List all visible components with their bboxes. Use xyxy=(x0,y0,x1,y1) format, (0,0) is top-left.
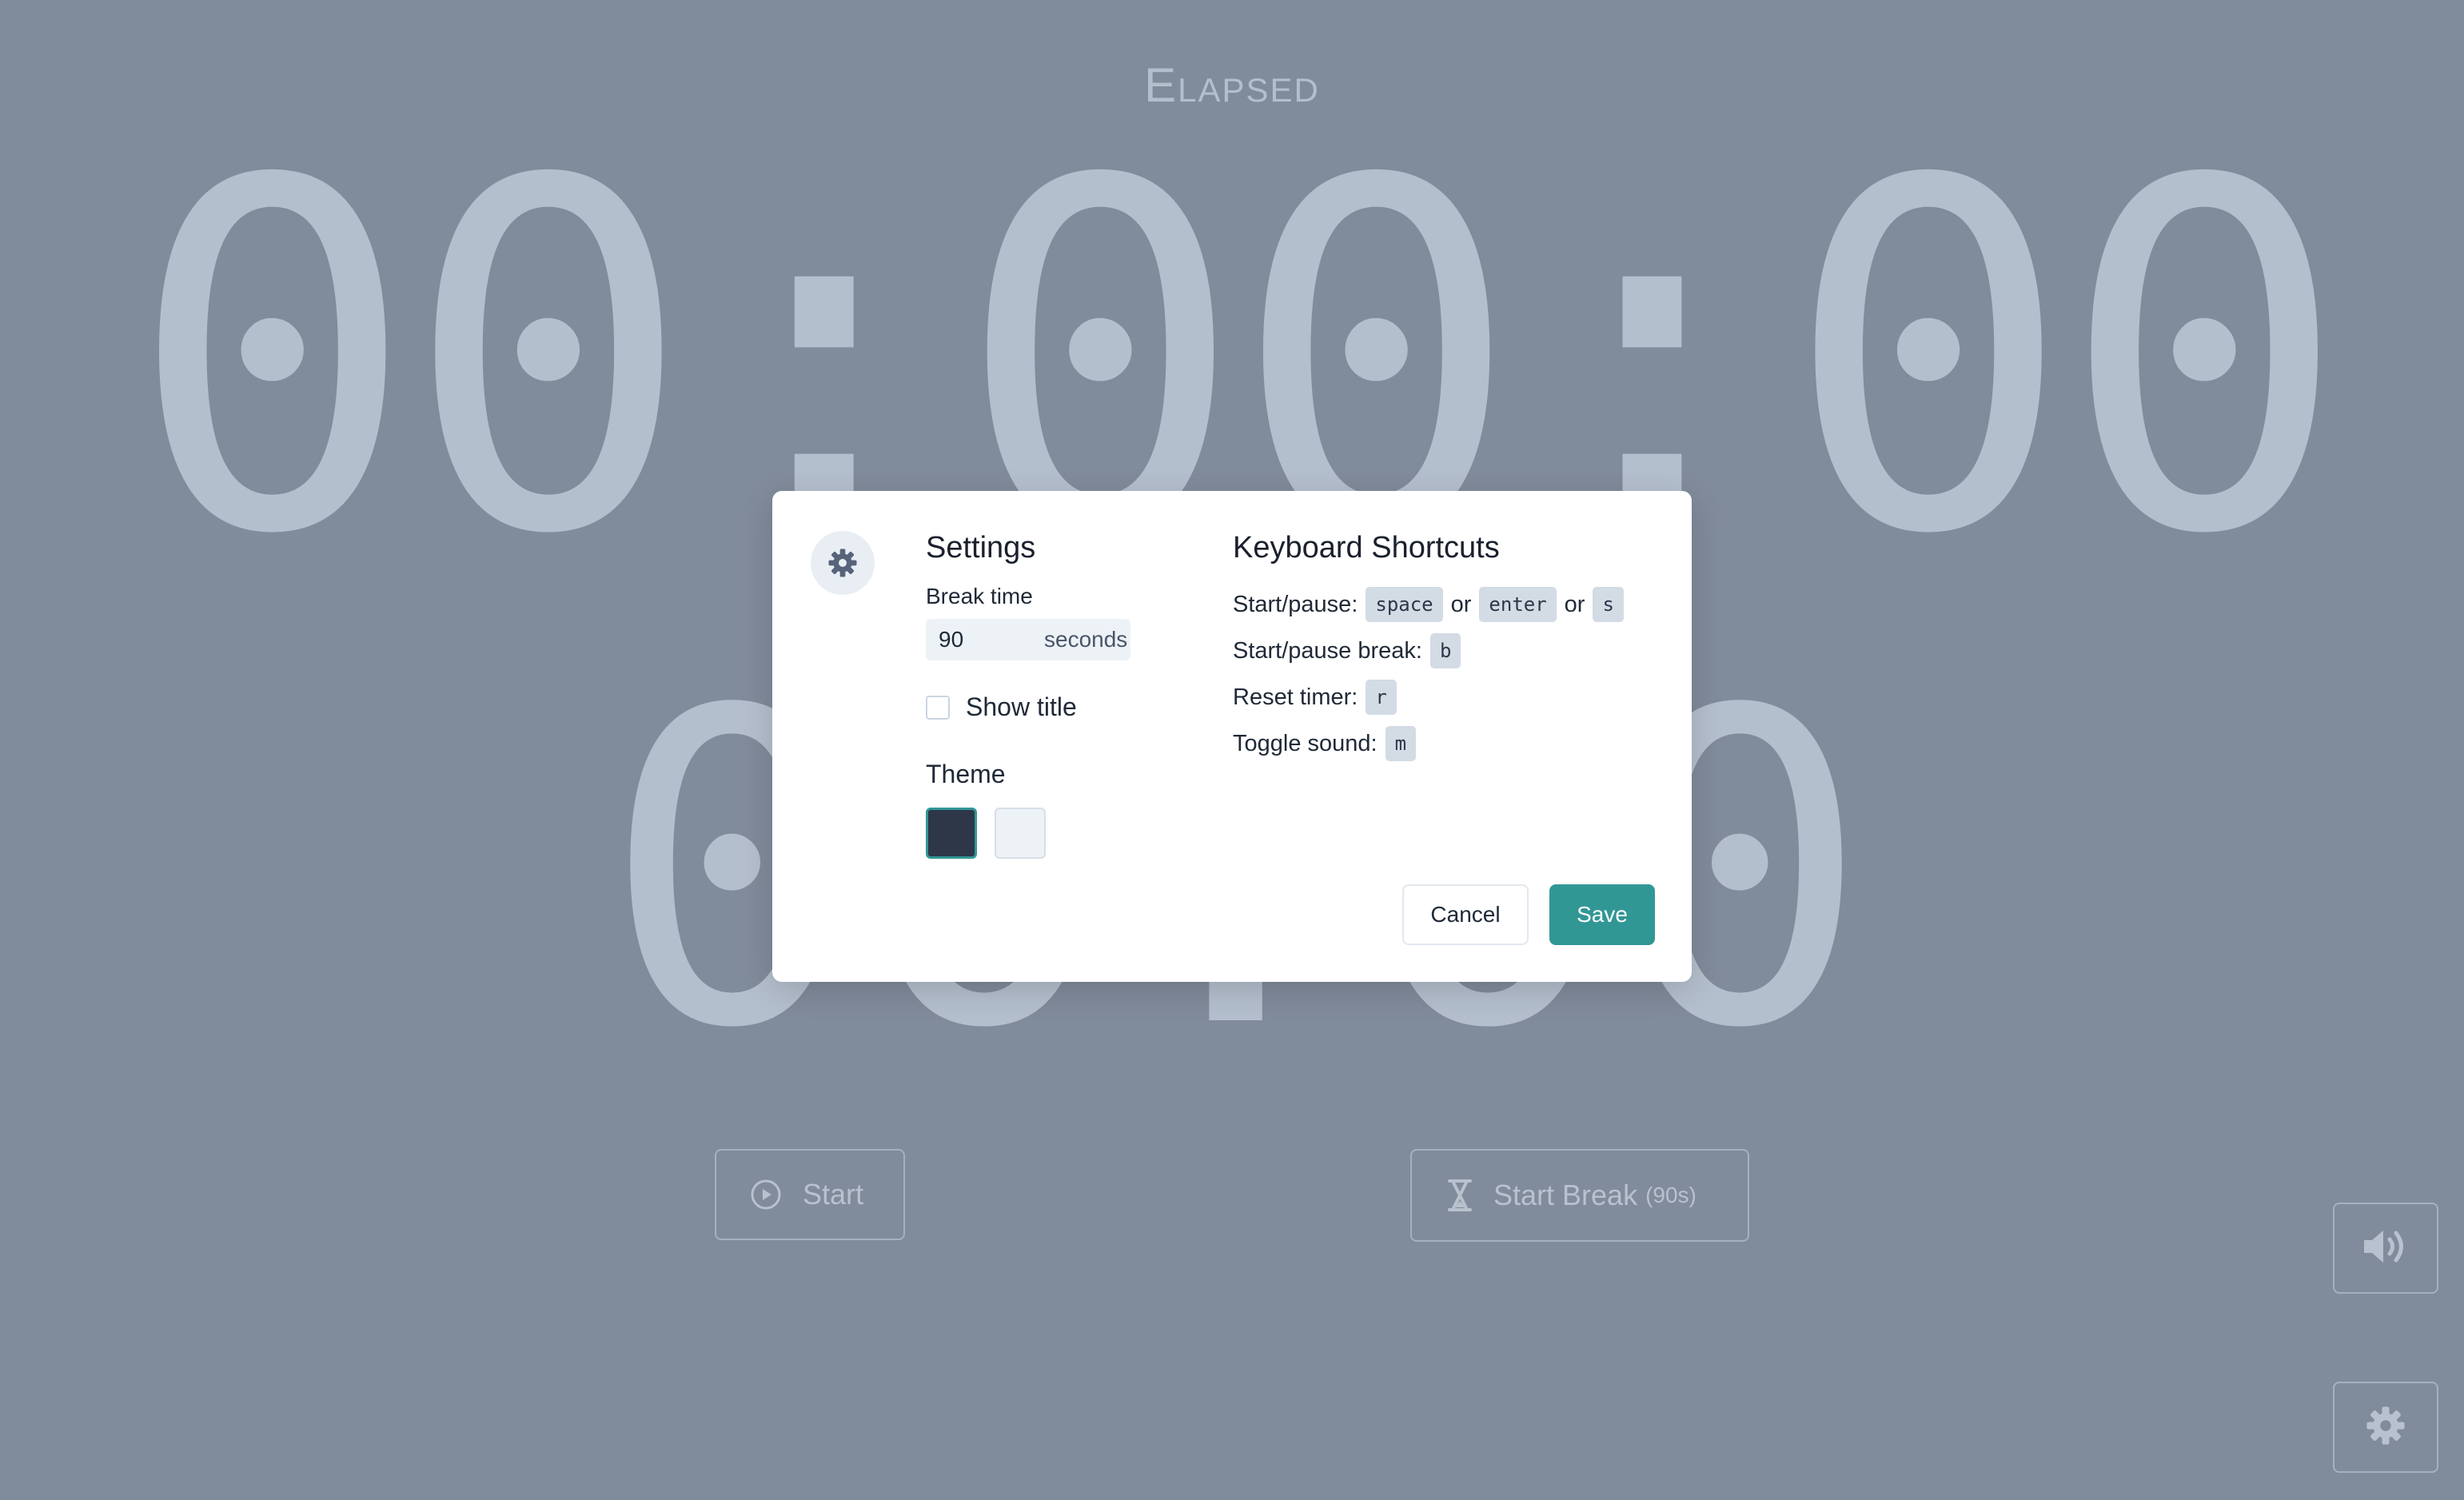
play-circle-icon xyxy=(750,1179,782,1211)
break-time-unit: seconds xyxy=(1044,627,1128,652)
key-space: space xyxy=(1366,587,1443,622)
break-time-input[interactable] xyxy=(926,626,1036,653)
break-time-field: seconds xyxy=(926,619,1130,660)
key-r: r xyxy=(1366,680,1397,715)
cancel-button[interactable]: Cancel xyxy=(1402,884,1529,945)
speaker-icon xyxy=(2361,1226,2410,1271)
shortcut-toggle-sound: Toggle sound: m xyxy=(1233,726,1417,761)
theme-light-swatch[interactable] xyxy=(995,808,1046,859)
show-title-checkbox[interactable] xyxy=(926,695,950,720)
shortcut-label: Start/pause break: xyxy=(1233,637,1422,664)
theme-label: Theme xyxy=(926,760,1006,788)
key-s: s xyxy=(1593,587,1624,622)
shortcut-label: Reset timer: xyxy=(1233,684,1358,710)
break-duration: (90s) xyxy=(1645,1183,1696,1207)
settings-dialog: Settings Break time seconds Show title T… xyxy=(772,491,1692,982)
keyboard-shortcuts-title: Keyboard Shortcuts xyxy=(1233,531,1500,564)
key-m: m xyxy=(1385,726,1417,761)
sound-toggle-button[interactable] xyxy=(2333,1203,2438,1294)
shortcut-label: Start/pause: xyxy=(1233,591,1358,617)
settings-button[interactable] xyxy=(2333,1382,2438,1473)
key-b: b xyxy=(1429,633,1461,668)
key-enter: enter xyxy=(1479,587,1557,622)
show-title-label: Show title xyxy=(966,692,1077,721)
start-button[interactable]: Start xyxy=(715,1149,905,1240)
or-text: or xyxy=(1450,591,1472,617)
or-text: or xyxy=(1564,591,1585,617)
shortcut-reset-timer: Reset timer: r xyxy=(1233,680,1397,715)
shortcut-start-pause: Start/pause: space or enter or s xyxy=(1233,587,1624,622)
shortcut-start-pause-break: Start/pause break: b xyxy=(1233,633,1461,668)
settings-title: Settings xyxy=(926,531,1036,564)
gear-icon xyxy=(811,531,875,595)
start-break-label: Start Break xyxy=(1493,1179,1638,1211)
start-break-button[interactable]: Start Break (90s) xyxy=(1410,1149,1749,1242)
shortcut-label: Toggle sound: xyxy=(1233,730,1378,756)
theme-dark-swatch[interactable] xyxy=(926,808,977,859)
gear-icon xyxy=(2364,1404,2407,1451)
show-title-option: Show title xyxy=(926,692,1077,722)
save-button[interactable]: Save xyxy=(1549,884,1655,945)
hourglass-icon xyxy=(1447,1179,1473,1212)
start-label: Start xyxy=(803,1178,864,1211)
break-time-label: Break time xyxy=(926,584,1033,608)
